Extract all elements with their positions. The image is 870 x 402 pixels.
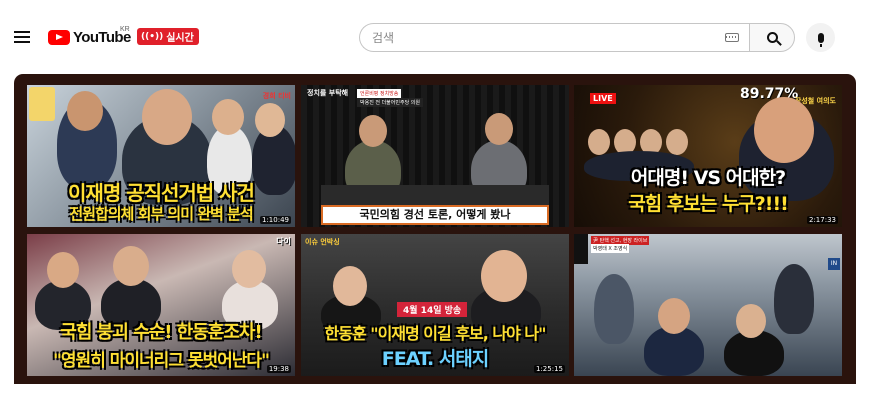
video-duration: 1:25:15 [534,365,565,373]
thumb-title: 한동훈 "이재명 이길 후보, 나야 나" [324,324,547,343]
top-banner: 언론비평 정치방송 [357,89,402,98]
video-duration: 1:10:49 [260,216,291,224]
thumb-subtitle: "영원히 마이너리그 못벗어난다" [53,351,270,371]
thumb-title: 이재명 공직선거법 사건 [68,181,255,205]
search-icon [766,32,778,43]
thumb-title: 어대명! VS 어대한? [630,167,786,189]
top-banner-guest: 박용진 전 더불어민주당 의원 [357,98,423,107]
voice-search-button[interactable] [806,23,835,52]
youtube-play-icon [48,29,70,45]
microphone-icon [817,32,824,47]
menu-icon[interactable] [14,30,30,44]
youtube-logo[interactable]: YouTube [48,27,131,47]
broadcast-date-tag: 4월 14일 방송 [397,302,468,317]
thumb-subtitle: 전원합의체 회부 의미 완벽 분석 [69,205,253,223]
video-thumbnail[interactable]: 경희 티비 이재명 공직선거법 사건 전원합의체 회부 의미 완벽 분석 1:1… [27,85,295,227]
video-thumbnail[interactable]: 정치를 부탁해 언론비평 정치방송 박용진 전 더불어민주당 의원 국민의힘 경… [301,85,569,227]
search-button[interactable] [749,23,795,52]
thumb-subtitle: FEAT. 서태지 [381,348,490,370]
video-thumbnail[interactable]: 다이 국힘 붕괴 수순! 한동훈조차! "영원히 마이너리그 못벗어난다" 19… [27,234,295,376]
thumb-title: 국힘 붕괴 수순! 한동훈조차! [60,322,262,343]
keyboard-icon[interactable] [725,33,739,42]
thumb-subtitle: 국힘 후보는 누구?!!! [628,193,789,215]
channel-logo: 정치를 부탁해 [307,89,349,97]
channel-logo: 다이 [276,237,291,246]
video-thumbnail[interactable]: 이슈 언박싱 4월 14일 방송 한동훈 "이재명 이길 후보, 나야 나" F… [301,234,569,376]
search-box [359,23,749,52]
live-label: 실시간 [166,33,194,44]
thumb-title: 국민의힘 경선 토론, 어떻게 봤나 [321,205,549,225]
search-bar [359,23,795,52]
live-button[interactable]: ((•)) 실시간 [137,28,199,45]
corner-logo: 경희 티비 [262,92,291,100]
desk [321,185,549,205]
region-code: KR [120,26,130,33]
video-duration: 2:17:33 [807,216,838,224]
video-duration: 19:38 [266,365,291,373]
live-tag: LIVE [590,93,616,104]
video-thumbnail[interactable]: 尹 탄핵 선고, 현장 라이브 박영태 X 조영식 IN [574,234,842,376]
video-thumbnail[interactable]: LIVE 89.77% 장성철 여의도 어대명! VS 어대한? 국힘 후보는 … [574,85,842,227]
broadcast-icon: ((•)) [141,31,164,42]
series-label: 이슈 언박싱 [305,238,340,246]
guest-banner: 박영태 X 조영식 [591,244,630,253]
search-input[interactable] [372,30,725,45]
channel-logo: IN [828,258,840,270]
